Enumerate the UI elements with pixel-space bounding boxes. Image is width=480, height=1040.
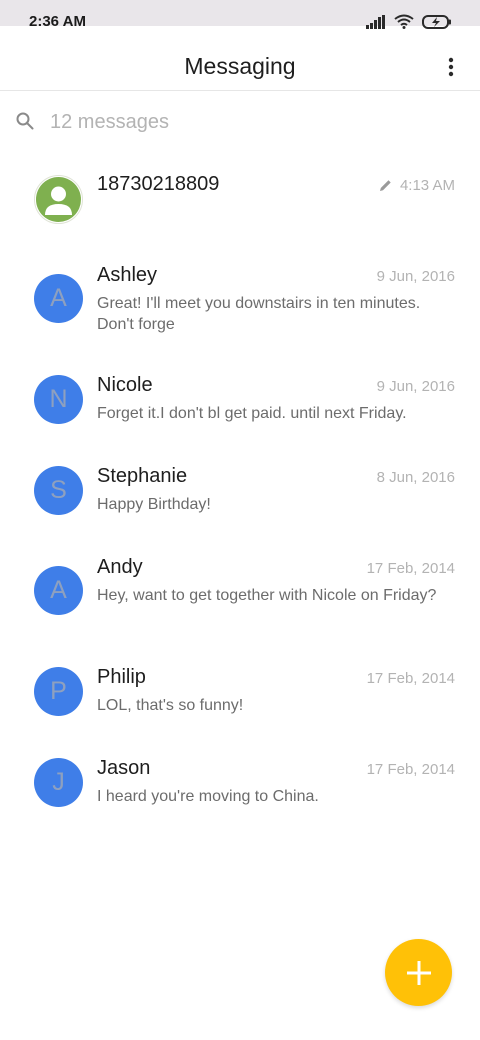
conversation-time: 17 Feb, 2014 — [366, 670, 455, 687]
conversation-time: 9 Jun, 2016 — [376, 268, 455, 285]
search-bar — [0, 90, 480, 154]
plus-icon — [406, 960, 431, 985]
conversation-item[interactable]: 18730218809 4:13 AM — [0, 155, 480, 245]
conversation-item[interactable]: N Nicole 9 Jun, 2016 Forget it.I don't b… — [0, 355, 480, 445]
conversation-item[interactable]: A Ashley 9 Jun, 2016 Great! I'll meet yo… — [0, 245, 480, 335]
conversation-time: 9 Jun, 2016 — [376, 378, 455, 395]
status-bar: 2:36 AM — [0, 0, 480, 30]
avatar: J — [34, 758, 83, 807]
conversation-item[interactable]: A Andy 17 Feb, 2014 Hey, want to get tog… — [0, 537, 480, 627]
conversation-name: Andy — [97, 556, 143, 578]
conversation-time: 8 Jun, 2016 — [376, 469, 455, 486]
avatar: A — [34, 274, 83, 323]
conversation-snippet: Happy Birthday! — [97, 496, 211, 513]
more-options-button[interactable] — [436, 52, 466, 82]
search-icon — [16, 112, 34, 130]
avatar: N — [34, 375, 83, 424]
conversation-time-text: 4:13 AM — [399, 177, 455, 194]
app-bar: Messaging — [0, 26, 480, 91]
new-message-button[interactable] — [385, 939, 452, 1006]
conversation-item[interactable]: P Philip 17 Feb, 2014 LOL, that's so fun… — [0, 647, 480, 737]
conversation-item[interactable]: S Stephanie 8 Jun, 2016 Happy Birthday! — [0, 446, 480, 536]
conversation-name: 18730218809 — [97, 173, 220, 195]
page-title: Messaging — [184, 53, 296, 79]
conversation-item[interactable]: J Jason 17 Feb, 2014 I heard you're movi… — [0, 738, 480, 828]
conversation-time: 17 Feb, 2014 — [366, 560, 455, 577]
avatar: P — [34, 667, 83, 716]
conversation-name: Philip — [97, 666, 146, 688]
conversation-snippet: LOL, that's so funny! — [97, 697, 244, 714]
avatar: A — [34, 566, 83, 615]
conversation-name: Ashley — [97, 264, 158, 286]
conversation-name: Jason — [97, 757, 151, 779]
conversation-name: Stephanie — [97, 465, 188, 487]
conversation-snippet: Hey, want to get together with Nicole on… — [97, 587, 437, 604]
more-vert-icon — [448, 57, 454, 77]
avatar: S — [34, 466, 83, 515]
pencil-icon — [379, 180, 391, 191]
conversation-snippet: I heard you're moving to China. — [97, 788, 319, 805]
conversation-snippet: Great! I'll meet you downstairs in ten m… — [97, 295, 421, 333]
search-input[interactable] — [50, 108, 430, 136]
conversation-name: Nicole — [97, 374, 153, 396]
contact-person-icon — [36, 177, 81, 222]
conversation-snippet: Forget it.I don't bl get paid. until nex… — [97, 405, 407, 422]
conversation-time: 4:13 AM — [379, 177, 455, 194]
conversation-time: 17 Feb, 2014 — [366, 761, 455, 778]
avatar — [34, 175, 83, 224]
